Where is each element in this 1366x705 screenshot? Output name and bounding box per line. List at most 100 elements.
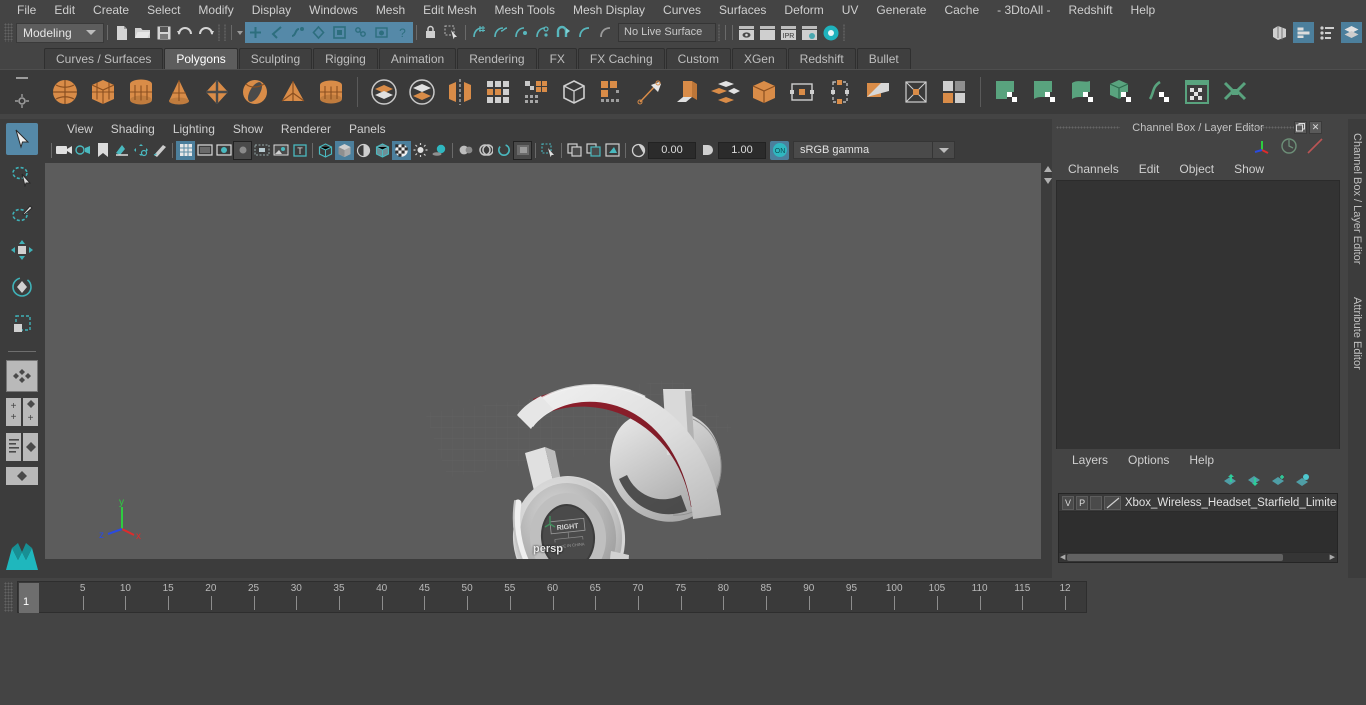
menu-surfaces[interactable]: Surfaces <box>710 0 775 20</box>
viewport-menu-shading[interactable]: Shading <box>102 119 164 139</box>
menu-help[interactable]: Help <box>1122 0 1165 20</box>
multi-face-icon[interactable] <box>709 75 743 109</box>
add-new-layer-icon[interactable] <box>1271 474 1286 490</box>
gamma-contrast-icon[interactable] <box>699 141 718 160</box>
menu-modify[interactable]: Modify <box>189 0 242 20</box>
menu-file[interactable]: File <box>8 0 45 20</box>
redo-icon[interactable] <box>195 22 216 43</box>
channel-menu-object[interactable]: Object <box>1169 162 1224 176</box>
menu-create[interactable]: Create <box>84 0 138 20</box>
menu-uv[interactable]: UV <box>833 0 868 20</box>
snap-grid-icon[interactable] <box>469 22 490 43</box>
polygon-pyramid-icon[interactable] <box>276 75 310 109</box>
rotate-tool-button[interactable] <box>6 271 38 303</box>
channel-menu-show[interactable]: Show <box>1224 162 1274 176</box>
square-vertex-icon[interactable] <box>785 75 819 109</box>
channel-menu-channels[interactable]: Channels <box>1058 162 1129 176</box>
live-surface-field[interactable]: No Live Surface <box>618 23 716 42</box>
viewport-menu-renderer[interactable]: Renderer <box>272 119 340 139</box>
open-scene-icon[interactable] <box>132 22 153 43</box>
show-hide-attribute-editor-icon[interactable] <box>1293 22 1314 43</box>
shadows-icon[interactable] <box>430 141 449 160</box>
select-misc-icon[interactable]: ? <box>392 22 413 43</box>
wireframe-on-shaded-icon[interactable] <box>373 141 392 160</box>
gate-mask-icon[interactable] <box>233 140 252 160</box>
wireframe-shading-icon[interactable] <box>316 141 335 160</box>
motion-blur-icon[interactable] <box>475 141 494 160</box>
menu-display[interactable]: Display <box>243 0 300 20</box>
quad-draw-icon[interactable] <box>595 75 629 109</box>
shelf-tab-polygons[interactable]: Polygons <box>164 48 238 69</box>
snapshot-icon[interactable] <box>603 141 622 160</box>
texture-toggle-icon[interactable] <box>392 140 411 160</box>
shelf-tab-sculpting[interactable]: Sculpting <box>238 48 313 69</box>
polygon-cone-icon[interactable] <box>162 75 196 109</box>
resolution-gate-icon[interactable] <box>214 141 233 160</box>
undo-icon[interactable] <box>174 22 195 43</box>
uv-unfold-icon[interactable] <box>1142 75 1176 109</box>
copy-to-clipboard-icon[interactable] <box>565 141 584 160</box>
panel-close-button[interactable]: ✕ <box>1309 121 1322 134</box>
menu-mesh[interactable]: Mesh <box>367 0 414 20</box>
viewport-menu-panels[interactable]: Panels <box>340 119 395 139</box>
toolbar-grip-4[interactable] <box>841 23 847 42</box>
solid-cube-icon[interactable] <box>747 75 781 109</box>
panel-undock-button[interactable] <box>1294 121 1307 134</box>
transform-gizmo-icon[interactable] <box>1252 137 1272 158</box>
select-object-icon[interactable] <box>266 22 287 43</box>
polygon-cube-icon[interactable] <box>86 75 120 109</box>
move-layer-up-icon[interactable] <box>1223 474 1238 490</box>
isolate-select-icon[interactable] <box>539 141 558 160</box>
color-management-chevron-icon[interactable] <box>933 141 955 159</box>
redo-render-icon[interactable] <box>757 22 778 43</box>
layer-shading-toggle[interactable] <box>1090 495 1103 510</box>
grid-toggle-icon[interactable] <box>176 140 195 160</box>
select-hierarchy-icon[interactable] <box>245 22 266 43</box>
scale-tool-button[interactable] <box>6 308 38 340</box>
bookmark-icon[interactable] <box>93 141 112 160</box>
twod-pan-zoom-icon[interactable] <box>131 141 150 160</box>
menu-redshift[interactable]: Redshift <box>1060 0 1122 20</box>
select-deform-icon[interactable] <box>350 22 371 43</box>
menu-mesh-tools[interactable]: Mesh Tools <box>486 0 564 20</box>
selection-mask-dropdown-icon[interactable] <box>235 22 245 43</box>
layer-list-hscroll-thumb[interactable] <box>1067 554 1283 561</box>
uv-editor-icon[interactable] <box>1180 75 1214 109</box>
uv-planar-map-icon[interactable] <box>990 75 1024 109</box>
channel-menu-edit[interactable]: Edit <box>1129 162 1170 176</box>
menu-windows[interactable]: Windows <box>300 0 367 20</box>
shelf-tab-rigging[interactable]: Rigging <box>313 48 378 69</box>
layer-visibility-toggle[interactable]: V <box>1062 495 1075 510</box>
shelf-tab-xgen[interactable]: XGen <box>731 48 787 69</box>
checker-grid-icon[interactable] <box>519 75 553 109</box>
layer-row[interactable]: V P Xbox_Wireless_Headset_Starfield_Limi… <box>1059 494 1337 512</box>
use-all-lights-icon[interactable] <box>411 141 430 160</box>
layer-menu-options[interactable]: Options <box>1118 453 1179 467</box>
ipr-render-icon[interactable]: IPR <box>778 22 799 43</box>
add-selected-to-layer-icon[interactable] <box>1295 474 1310 490</box>
select-render-icon[interactable] <box>371 22 392 43</box>
menu-select[interactable]: Select <box>138 0 189 20</box>
layer-list[interactable]: V P Xbox_Wireless_Headset_Starfield_Limi… <box>1058 493 1338 563</box>
menu-cache[interactable]: Cache <box>935 0 988 20</box>
color-management-select[interactable]: sRGB gamma <box>793 141 933 159</box>
uv-spherical-map-icon[interactable] <box>1066 75 1100 109</box>
select-component-icon[interactable] <box>287 22 308 43</box>
show-hide-tool-settings-icon[interactable] <box>1317 22 1338 43</box>
menu-edit-mesh[interactable]: Edit Mesh <box>414 0 485 20</box>
text-overlay-icon[interactable]: T <box>290 141 309 160</box>
depth-of-field-icon[interactable] <box>513 140 532 160</box>
polygon-cylinder-icon[interactable] <box>124 75 158 109</box>
uv-cylindrical-map-icon[interactable] <box>1028 75 1062 109</box>
extract-face-icon[interactable] <box>861 75 895 109</box>
color-management-toggle-icon[interactable]: ON <box>770 140 789 160</box>
hscroll-left-icon[interactable]: ◀ <box>1060 554 1065 561</box>
paste-from-clipboard-icon[interactable] <box>584 141 603 160</box>
lasso-tool-button[interactable] <box>6 160 38 192</box>
shelf-tab-bullet[interactable]: Bullet <box>856 48 911 69</box>
move-layer-down-icon[interactable] <box>1247 474 1262 490</box>
shelf-tab-fx-caching[interactable]: FX Caching <box>577 48 665 69</box>
select-tool-cursor-icon[interactable] <box>441 22 462 43</box>
viewport-menu-show[interactable]: Show <box>224 119 272 139</box>
transform-box-icon[interactable] <box>899 75 933 109</box>
